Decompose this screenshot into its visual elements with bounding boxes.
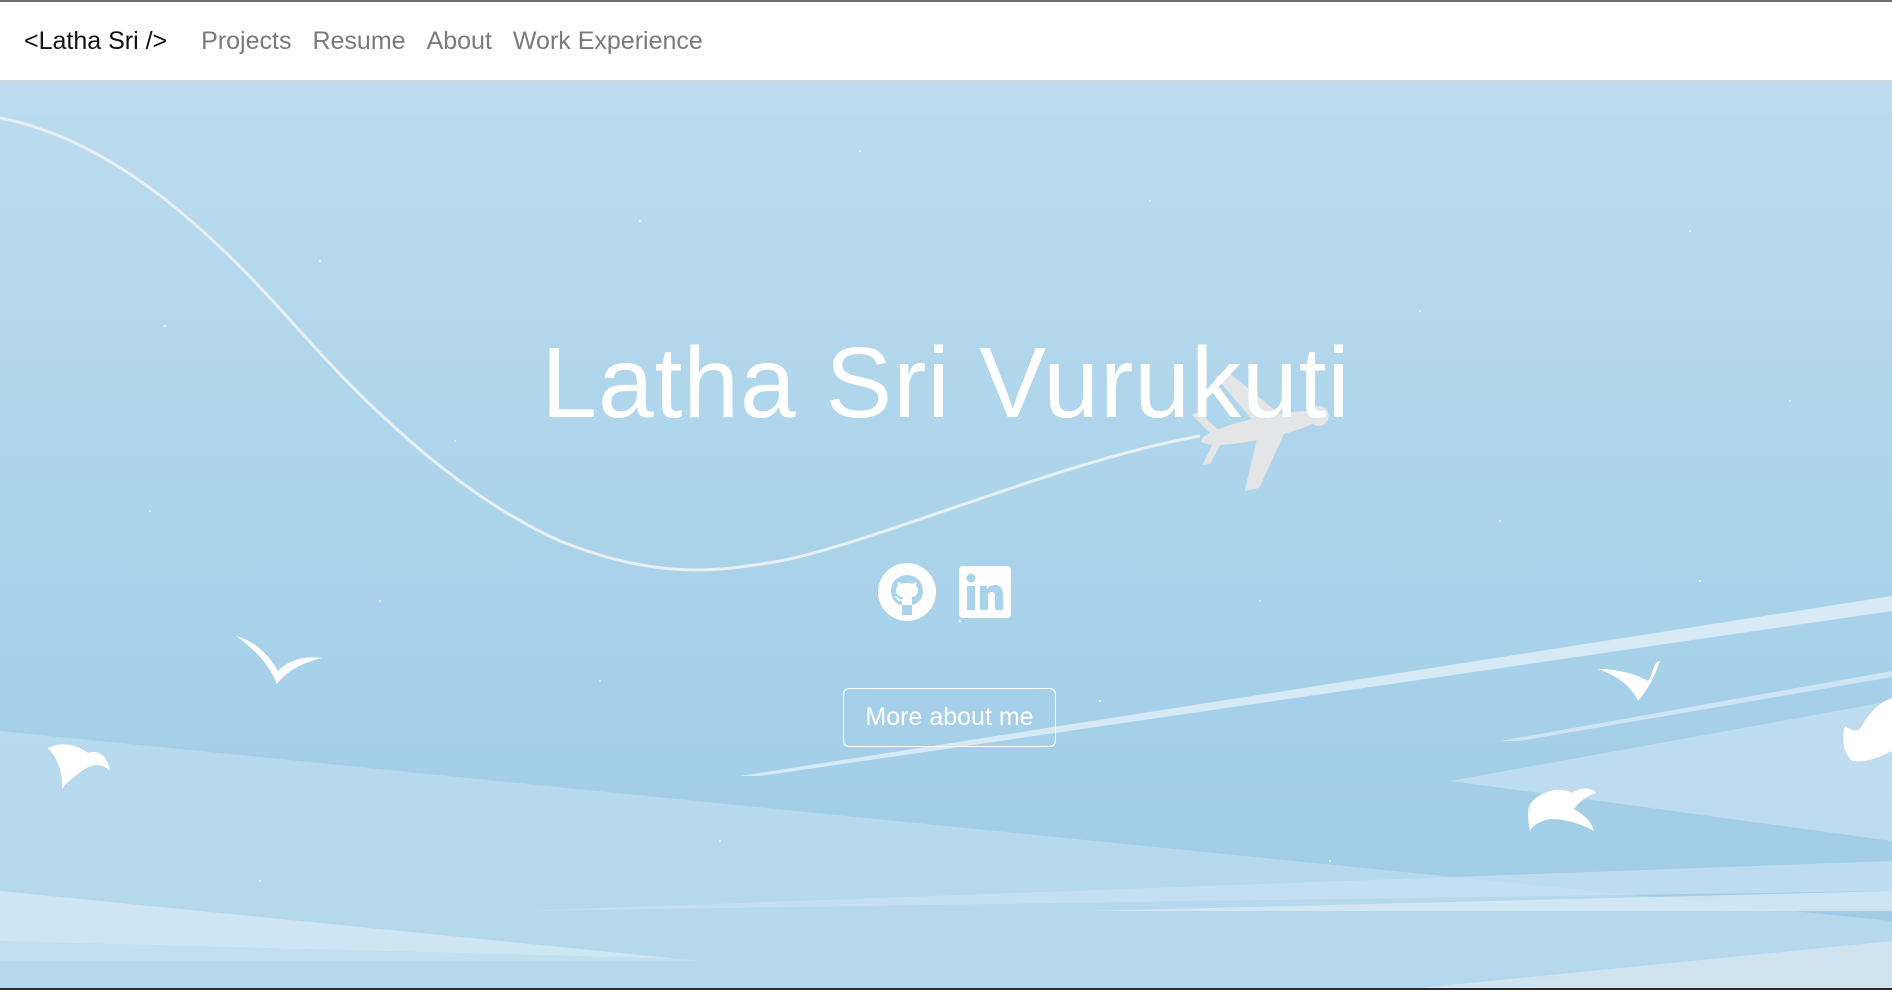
- bird-icon: [1598, 661, 1660, 701]
- linkedin-link[interactable]: [956, 563, 1014, 621]
- more-about-me-button[interactable]: More about me: [843, 688, 1056, 747]
- brand-logo[interactable]: <Latha Sri />: [24, 27, 167, 56]
- github-icon: [878, 563, 936, 621]
- bird-icon: [1528, 788, 1596, 831]
- linkedin-icon: [959, 566, 1011, 618]
- nav-link-resume[interactable]: Resume: [312, 27, 405, 56]
- nav-links: Projects Resume About Work Experience: [201, 27, 724, 56]
- nav-link-about[interactable]: About: [427, 27, 492, 56]
- bird-icon: [236, 636, 322, 684]
- social-links: [0, 563, 1892, 621]
- navbar: <Latha Sri /> Projects Resume About Work…: [0, 0, 1892, 81]
- bottom-border: [0, 988, 1892, 990]
- github-link[interactable]: [878, 563, 936, 621]
- nav-link-projects[interactable]: Projects: [201, 27, 291, 56]
- hero-title: Latha Sri Vurukuti: [541, 327, 1351, 439]
- sky-background: [0, 116, 1892, 990]
- hero-section: Latha Sri Vurukuti More about me: [0, 81, 1892, 990]
- nav-link-work-experience[interactable]: Work Experience: [513, 27, 703, 56]
